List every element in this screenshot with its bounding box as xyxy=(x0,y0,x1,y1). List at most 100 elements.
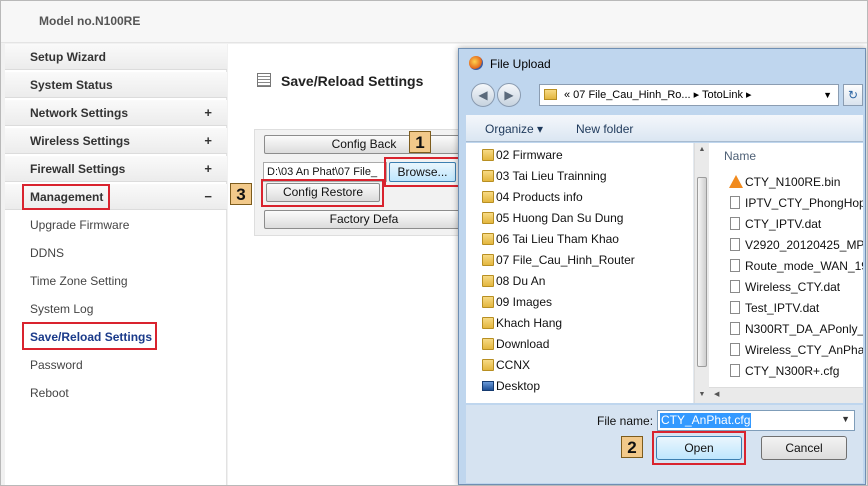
sidebar-item-firewall-settings[interactable]: Firewall Settings + xyxy=(5,156,227,182)
tree-item[interactable]: 09 Images xyxy=(482,292,552,313)
tree-item[interactable]: 04 Products info xyxy=(482,187,583,208)
file-icon xyxy=(730,217,740,230)
sidebar-item-ddns[interactable]: DDNS xyxy=(5,240,227,266)
tree-item[interactable]: Khach Hang xyxy=(482,313,562,334)
expand-icon: + xyxy=(204,161,212,176)
tree-item[interactable]: CCNX xyxy=(482,355,530,376)
sidebar-item-system-log[interactable]: System Log xyxy=(5,296,227,322)
scroll-down-icon[interactable]: ▼ xyxy=(695,391,709,398)
sidebar-item-label: Setup Wizard xyxy=(30,50,106,64)
dialog-toolbar: Organize ▾ New folder xyxy=(466,115,863,142)
sidebar-item-upgrade-firmware[interactable]: Upgrade Firmware xyxy=(5,212,227,238)
file-item[interactable]: IPTV_CTY_PhongHop.d xyxy=(730,193,863,214)
vlc-icon xyxy=(729,175,743,188)
folder-icon xyxy=(482,149,494,161)
cancel-button[interactable]: Cancel xyxy=(761,436,847,460)
file-icon xyxy=(730,343,740,356)
highlight-box xyxy=(261,179,384,207)
address-bar[interactable]: « 07 File_Cau_Hinh_Ro... ▸ TotoLink ▸ ▼ xyxy=(539,84,839,106)
folder-icon xyxy=(482,170,494,182)
sidebar-item-label: Firewall Settings xyxy=(30,162,126,176)
factory-default-button[interactable]: Factory Defa xyxy=(264,210,464,229)
tree-item[interactable]: 02 Firmware xyxy=(482,145,563,166)
expand-icon: + xyxy=(204,133,212,148)
sidebar-item-label: Password xyxy=(30,358,83,372)
organize-button[interactable]: Organize ▾ xyxy=(485,122,543,136)
sidebar-item-reboot[interactable]: Reboot xyxy=(5,380,227,406)
scroll-left-icon[interactable]: ◀ xyxy=(714,390,719,398)
collapse-icon: − xyxy=(204,189,212,204)
scrollbar-thumb[interactable] xyxy=(697,177,707,367)
back-arrow-icon[interactable]: ◀ xyxy=(471,83,495,107)
name-column-header[interactable]: Name xyxy=(724,149,756,163)
screenshot-frame: Model no.N100RE Setup Wizard System Stat… xyxy=(0,0,868,486)
file-item[interactable]: CTY_IPTV.dat xyxy=(730,214,821,235)
folder-icon xyxy=(482,254,494,266)
folder-icon xyxy=(482,212,494,224)
tree-item[interactable]: Download xyxy=(482,334,549,355)
sidebar-item-label: System Status xyxy=(30,78,113,92)
settings-icon xyxy=(257,73,271,87)
file-browser: 02 Firmware 03 Tai Lieu Trainning 04 Pro… xyxy=(466,143,863,403)
sidebar-item-password[interactable]: Password xyxy=(5,352,227,378)
list-h-scrollbar[interactable]: ◀ xyxy=(709,387,863,403)
chevron-down-icon[interactable]: ▼ xyxy=(841,414,850,424)
sidebar-item-label: Network Settings xyxy=(30,106,129,120)
sidebar-item-system-status[interactable]: System Status xyxy=(5,72,227,98)
tree-item[interactable]: 06 Tai Lieu Tham Khao xyxy=(482,229,619,250)
forward-arrow-icon[interactable]: ▶ xyxy=(497,83,521,107)
file-icon xyxy=(730,196,740,209)
file-item[interactable]: CTY_N300R+.cfg xyxy=(730,361,839,382)
scroll-up-icon[interactable]: ▲ xyxy=(695,146,709,153)
sidebar-item-setup-wizard[interactable]: Setup Wizard xyxy=(5,44,227,70)
tree-item[interactable]: 05 Huong Dan Su Dung xyxy=(482,208,623,229)
sidebar-item-label: Time Zone Setting xyxy=(30,274,128,288)
file-icon xyxy=(730,238,740,251)
sidebar-item-time-zone[interactable]: Time Zone Setting xyxy=(5,268,227,294)
tree-item[interactable]: 08 Du An xyxy=(482,271,545,292)
file-name-input[interactable]: CTY_AnPhat.cfg ▼ xyxy=(657,410,855,431)
file-upload-dialog: File Upload ◀ ▶ « 07 File_Cau_Hinh_Ro...… xyxy=(458,48,866,485)
file-item[interactable]: V2920_20120425_MPLS. xyxy=(730,235,863,256)
file-icon xyxy=(730,322,740,335)
file-item[interactable]: CTY_N100RE.bin xyxy=(729,172,840,193)
highlight-box xyxy=(22,322,157,350)
file-name-label: File name: xyxy=(597,414,654,428)
sidebar-item-label: Upgrade Firmware xyxy=(30,218,130,232)
file-item[interactable]: N300RT_DA_APonly_24 xyxy=(730,319,863,340)
sidebar-item-wireless-settings[interactable]: Wireless Settings + xyxy=(5,128,227,154)
folder-icon xyxy=(482,275,494,287)
refresh-icon[interactable]: ↻ xyxy=(843,84,863,106)
file-item[interactable]: Wireless_CTY_AnPhat_3 xyxy=(730,340,863,361)
new-folder-button[interactable]: New folder xyxy=(576,122,633,136)
file-name-value: CTY_AnPhat.cfg xyxy=(660,413,752,428)
config-backup-button[interactable]: Config Back xyxy=(264,135,464,154)
folder-icon xyxy=(544,89,557,100)
step-badge-2: 2 xyxy=(621,436,643,458)
file-item[interactable]: Wireless_CTY.dat xyxy=(730,277,840,298)
chevron-down-icon[interactable]: ▼ xyxy=(823,85,832,105)
tree-scrollbar[interactable]: ▲ ▼ xyxy=(694,143,709,403)
folder-icon xyxy=(482,191,494,203)
highlight-box xyxy=(384,157,460,187)
sidebar-item-network-settings[interactable]: Network Settings + xyxy=(5,100,227,126)
model-label: Model no.N100RE xyxy=(39,14,141,28)
file-icon xyxy=(730,280,740,293)
firefox-icon xyxy=(469,56,483,70)
tree-item[interactable]: 03 Tai Lieu Trainning xyxy=(482,166,607,187)
file-icon xyxy=(730,301,740,314)
highlight-box xyxy=(22,184,110,210)
folder-icon xyxy=(482,296,494,308)
file-item[interactable]: Test_IPTV.dat xyxy=(730,298,819,319)
sidebar-item-label: DDNS xyxy=(30,246,65,260)
sidebar-item-label: Wireless Settings xyxy=(30,134,130,148)
tree-item[interactable]: Desktop xyxy=(482,376,540,397)
sidebar-item-label: Reboot xyxy=(30,386,69,400)
folder-icon xyxy=(482,338,494,350)
sidebar-item-label: System Log xyxy=(30,302,94,316)
file-item[interactable]: Route_mode_WAN_192 xyxy=(730,256,863,277)
tree-item[interactable]: 07 File_Cau_Hinh_Router xyxy=(482,250,635,271)
folder-tree: 02 Firmware 03 Tai Lieu Trainning 04 Pro… xyxy=(466,143,694,403)
breadcrumb: « 07 File_Cau_Hinh_Ro... ▸ TotoLink ▸ xyxy=(564,89,752,101)
dialog-title: File Upload xyxy=(490,57,551,71)
